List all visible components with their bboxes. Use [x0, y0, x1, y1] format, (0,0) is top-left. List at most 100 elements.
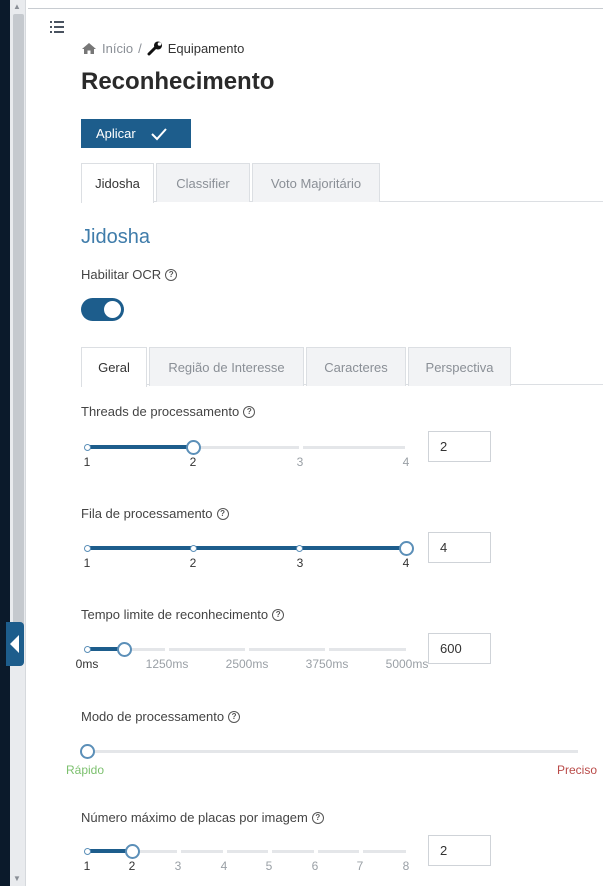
slider-handle[interactable] [186, 440, 201, 455]
slider-gap [177, 848, 181, 855]
tab-perspectiva[interactable]: Perspectiva [408, 347, 511, 386]
slider-handle[interactable] [125, 844, 140, 859]
slider-dot [84, 545, 91, 552]
slider-mark: 3 [296, 455, 304, 469]
tab-geral[interactable]: Geral [81, 347, 147, 387]
slider-mark: 3 [174, 859, 182, 873]
scroll-down-arrow-icon[interactable]: ▼ [13, 874, 21, 883]
slider-gap [268, 848, 272, 855]
check-icon [151, 127, 167, 140]
slider-mark: 7 [356, 859, 364, 873]
slider-gap [223, 848, 227, 855]
apply-button[interactable]: Aplicar [81, 119, 191, 148]
slider-handle[interactable] [117, 642, 132, 657]
slider-dot [296, 545, 303, 552]
wrench-icon [147, 41, 162, 56]
mode-label-precise: Preciso [557, 763, 598, 777]
tab-voto-majoritario[interactable]: Voto Majoritário [252, 163, 380, 202]
plates-label-text: Número máximo de placas por imagem [81, 810, 308, 825]
slider-mark: 6 [311, 859, 319, 873]
queue-input[interactable] [428, 532, 491, 563]
scrollbar-thumb[interactable] [13, 14, 24, 664]
slider-dot [84, 646, 91, 653]
timeout-label-text: Tempo limite de reconhecimento [81, 607, 269, 622]
sub-tabs: Geral Região de Interesse Caracteres Per… [81, 347, 603, 387]
slider-gap [405, 444, 409, 451]
top-divider [28, 8, 603, 9]
queue-label-text: Fila de processamento [81, 506, 213, 521]
slider-fill [87, 445, 193, 449]
slider-gap [299, 444, 303, 451]
help-icon[interactable]: ? [216, 507, 229, 520]
slider-mark: 4 [402, 455, 410, 469]
tab-classifier[interactable]: Classifier [156, 163, 250, 202]
plates-slider[interactable]: 1 2 3 4 5 6 7 8 [81, 840, 421, 880]
slider-mark: 4 [220, 859, 228, 873]
ocr-toggle[interactable] [81, 298, 124, 321]
mode-label-fast: Rápido [66, 763, 105, 777]
breadcrumb-home[interactable]: Início [102, 41, 133, 56]
slider-mark: 5000ms [385, 657, 429, 671]
toggle-knob [104, 301, 121, 318]
timeout-slider[interactable]: 0ms 1250ms 2500ms 3750ms 5000ms [76, 638, 429, 678]
tab-jidosha[interactable]: Jidosha [81, 163, 154, 203]
slider-dot [84, 848, 91, 855]
threads-label-text: Threads de processamento [81, 404, 240, 419]
tab-regiao-de-interesse[interactable]: Região de Interesse [149, 347, 304, 386]
slider-dot [84, 444, 91, 451]
main-tabs: Jidosha Classifier Voto Majoritário [81, 163, 603, 203]
slider-mark: 5 [265, 859, 273, 873]
slider-mark: 1250ms [145, 657, 189, 671]
home-icon [82, 43, 96, 54]
slider-handle[interactable] [80, 744, 95, 759]
breadcrumb: Início / Equipamento [81, 41, 244, 56]
timeout-input[interactable] [428, 633, 491, 664]
slider-dot [190, 545, 197, 552]
slider-mark: 0ms [75, 657, 99, 671]
slider-mark: 1 [83, 455, 91, 469]
ocr-label-text: Habilitar OCR [81, 267, 162, 282]
list-menu-icon[interactable] [50, 20, 66, 34]
slider-fill [87, 546, 406, 550]
slider-rail [86, 750, 578, 753]
threads-slider[interactable]: 1 2 3 4 [81, 436, 421, 476]
slider-mark: 4 [402, 556, 410, 570]
plates-input[interactable] [428, 835, 491, 866]
section-title: Jidosha [81, 226, 150, 248]
ocr-label: Habilitar OCR ? [81, 267, 178, 282]
slider-mark: 2 [128, 859, 136, 873]
plates-label: Número máximo de placas por imagem ? [81, 810, 324, 825]
page-title: Reconhecimento [81, 68, 275, 95]
help-icon[interactable]: ? [311, 811, 324, 824]
slider-gap [359, 848, 363, 855]
slider-mark: 8 [402, 859, 410, 873]
threads-label: Threads de processamento ? [81, 404, 256, 419]
slider-mark: 3750ms [305, 657, 349, 671]
slider-mark: 2 [189, 556, 197, 570]
slider-gap [325, 646, 329, 653]
slider-mark: 2500ms [225, 657, 269, 671]
slider-gap [245, 646, 249, 653]
breadcrumb-current: Equipamento [167, 41, 245, 56]
slider-mark: 1 [83, 556, 91, 570]
collapse-sidebar-icon[interactable] [6, 622, 24, 666]
slider-gap [165, 646, 169, 653]
scroll-up-arrow-icon[interactable]: ▲ [13, 2, 21, 11]
slider-handle[interactable] [399, 541, 414, 556]
mode-label-text: Modo de processamento [81, 709, 225, 724]
tab-caracteres[interactable]: Caracteres [306, 347, 406, 386]
threads-input[interactable] [428, 431, 491, 462]
slider-mark: 2 [189, 455, 197, 469]
queue-slider[interactable]: 1 2 3 4 [81, 537, 421, 577]
slider-gap [314, 848, 318, 855]
help-icon[interactable]: ? [165, 268, 178, 281]
mode-label: Modo de processamento ? [81, 709, 241, 724]
queue-label: Fila de processamento ? [81, 506, 229, 521]
help-icon[interactable]: ? [228, 710, 241, 723]
breadcrumb-separator: / [138, 41, 142, 56]
mode-slider[interactable] [78, 740, 583, 780]
help-icon[interactable]: ? [272, 608, 285, 621]
slider-mark: 3 [296, 556, 304, 570]
help-icon[interactable]: ? [243, 405, 256, 418]
slider-mark: 1 [83, 859, 91, 873]
